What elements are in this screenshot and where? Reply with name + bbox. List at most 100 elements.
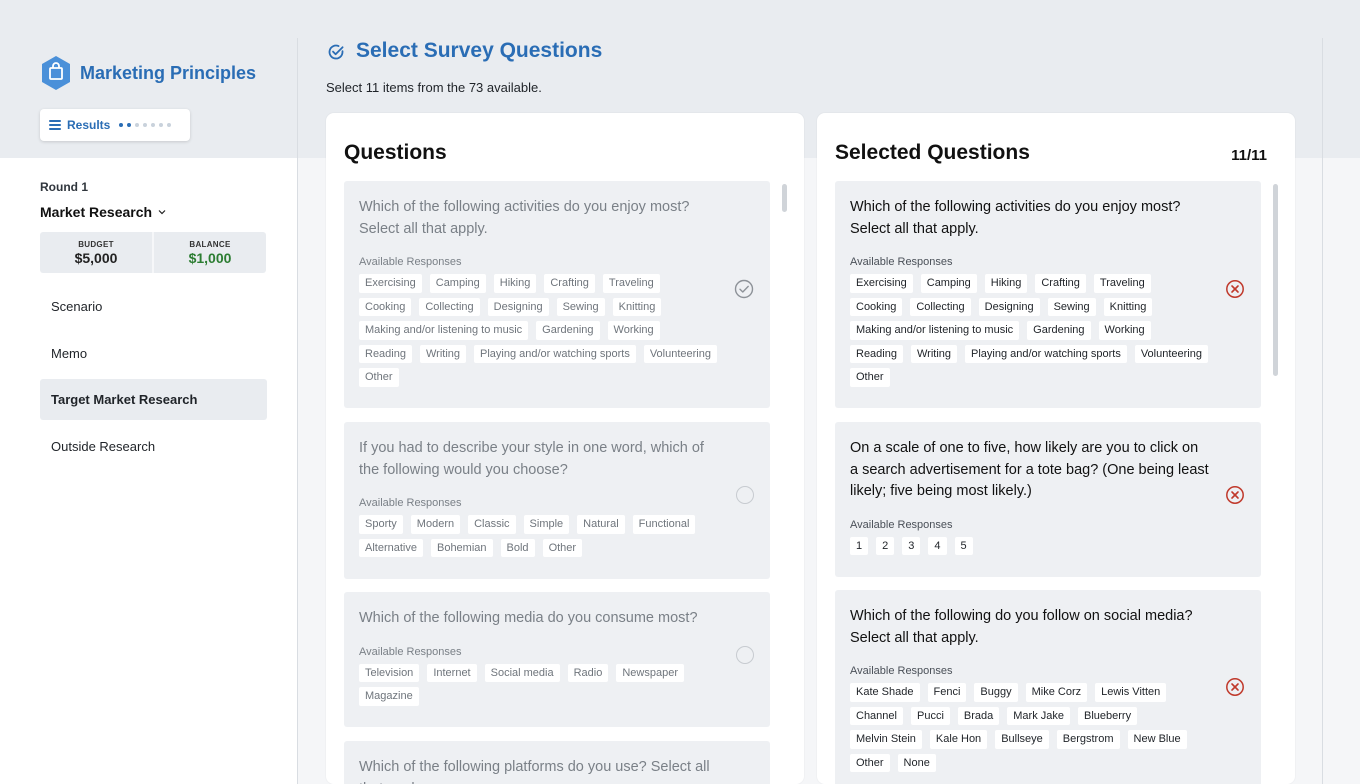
- check-circle-icon[interactable]: [734, 279, 754, 299]
- response-tag: Crafting: [544, 274, 595, 293]
- response-tags: Sporty Modern Classic Simple Natural Function…: [359, 515, 719, 557]
- response-tag: Radio: [567, 663, 609, 682]
- response-tag: None: [897, 753, 936, 772]
- response-tag: Volunteering: [643, 344, 717, 363]
- sidebar-item-outside-research[interactable]: Outside Research: [40, 426, 267, 467]
- check-circle-icon: [328, 44, 344, 60]
- response-tag: Melvin Stein: [850, 730, 922, 749]
- response-tag: Fenci: [927, 683, 967, 702]
- response-tag: Bold: [500, 538, 535, 557]
- budget-value: $5,000: [74, 249, 118, 266]
- select-radio[interactable]: [736, 646, 754, 664]
- response-tag: Working: [607, 321, 660, 340]
- chevron-down-icon: [158, 210, 166, 215]
- response-tag: 3: [902, 536, 921, 555]
- response-tag: Knitting: [1103, 297, 1153, 316]
- balance-cell: BALANCE $1,000: [152, 232, 266, 273]
- response-tag: Kate Shade: [850, 683, 920, 702]
- response-tag: Mike Corz: [1025, 683, 1088, 702]
- x-circle-icon[interactable]: [1225, 677, 1245, 697]
- x-circle-icon[interactable]: [1225, 485, 1245, 505]
- response-tag: Camping: [429, 274, 486, 293]
- balance-value: $1,000: [188, 249, 232, 266]
- responses-label: Available Responses: [850, 518, 953, 531]
- question-card[interactable]: Which of the following media do you cons…: [344, 592, 770, 727]
- brand-title: Marketing Principles: [80, 62, 257, 83]
- response-tag: Cooking: [850, 297, 903, 316]
- response-tag: Writing: [910, 344, 958, 363]
- question-text: On a scale of one to five, how likely ar…: [850, 440, 1209, 499]
- response-tag: Traveling: [1093, 274, 1151, 293]
- section-dropdown[interactable]: Market Research: [40, 204, 166, 220]
- question-text: Which of the following platforms do you …: [359, 759, 710, 784]
- response-tags: Kate Shade Fenci Buggy Mike Corz Lewis Vitte…: [850, 683, 1210, 772]
- question-text: Which of the following activities do you…: [850, 199, 1181, 237]
- questions-scrollbar[interactable]: [782, 184, 787, 212]
- responses-label: Available Responses: [850, 256, 953, 268]
- response-tag: Natural: [577, 515, 625, 534]
- response-tag: 5: [954, 536, 973, 555]
- response-tag: Bohemian: [430, 538, 493, 557]
- response-tag: Bullseye: [995, 730, 1049, 749]
- questions-panel: Questions Which of the following activit…: [326, 113, 804, 784]
- budget-summary: BUDGET $5,000 BALANCE $1,000: [40, 232, 266, 273]
- brand: Marketing Principles: [40, 55, 256, 91]
- selected-scrollbar[interactable]: [1273, 184, 1278, 376]
- response-tag: Newspaper: [616, 663, 684, 682]
- selected-question-card: On a scale of one to five, how likely ar…: [835, 422, 1261, 577]
- question-card[interactable]: If you had to describe your style in one…: [344, 422, 770, 579]
- response-tag: Hiking: [984, 274, 1028, 293]
- response-tag: Channel: [850, 706, 903, 725]
- response-tag: Gardening: [1027, 321, 1091, 340]
- response-tag: Television: [359, 663, 420, 682]
- budget-cell: BUDGET $5,000: [40, 232, 152, 273]
- response-tag: 2: [876, 536, 895, 555]
- response-tag: Sporty: [359, 515, 403, 534]
- response-tag: Camping: [920, 274, 977, 293]
- response-tag: Designing: [487, 297, 549, 316]
- question-text: Which of the following media do you cons…: [359, 610, 698, 626]
- response-tag: Knitting: [612, 297, 662, 316]
- response-tag: Modern: [410, 515, 461, 534]
- selected-panel-title: Selected Questions: [835, 141, 1030, 164]
- x-circle-icon[interactable]: [1225, 279, 1245, 299]
- sidebar-item-scenario[interactable]: Scenario: [40, 286, 267, 327]
- response-tag: Cooking: [359, 297, 412, 316]
- responses-label: Available Responses: [359, 497, 462, 509]
- question-card[interactable]: Which of the following activities do you…: [344, 181, 770, 408]
- response-tag: Collecting: [419, 297, 480, 316]
- sidebar: Marketing Principles Results Round 1 Mar…: [0, 0, 298, 784]
- progress-dots: [119, 123, 172, 127]
- results-button[interactable]: Results: [40, 109, 190, 141]
- response-tag: Collecting: [910, 297, 971, 316]
- response-tag: Crafting: [1035, 274, 1086, 293]
- response-tag: Kale Hon: [929, 730, 988, 749]
- budget-label: BUDGET: [78, 239, 114, 249]
- selected-question-card: Which of the following activities do you…: [835, 181, 1261, 408]
- response-tag: Simple: [523, 515, 570, 534]
- question-card[interactable]: Which of the following platforms do you …: [344, 741, 770, 784]
- response-tag: Playing and/or watching sports: [474, 344, 636, 363]
- round-label: Round 1: [40, 180, 88, 194]
- response-tag: Playing and/or watching sports: [965, 344, 1127, 363]
- response-tag: 4: [928, 536, 947, 555]
- right-divider: [1322, 38, 1323, 784]
- response-tag: Other: [359, 368, 399, 387]
- response-tag: Other: [542, 538, 583, 557]
- response-tag: Magazine: [359, 687, 419, 706]
- response-tag: New Blue: [1127, 730, 1187, 749]
- responses-label: Available Responses: [850, 665, 953, 677]
- sidebar-nav: Scenario Memo Target Market Research Out…: [40, 286, 267, 472]
- response-tag: Reading: [850, 344, 903, 363]
- sidebar-item-target-market-research[interactable]: Target Market Research: [40, 379, 267, 420]
- question-text: Which of the following do you follow on …: [850, 608, 1193, 646]
- questions-panel-title: Questions: [344, 141, 447, 164]
- sidebar-item-memo[interactable]: Memo: [40, 333, 267, 374]
- page-title: Select Survey Questions: [356, 39, 603, 62]
- response-tag: Designing: [978, 297, 1040, 316]
- response-tag: Exercising: [850, 274, 913, 293]
- question-text: If you had to describe your style in one…: [359, 440, 704, 478]
- response-tag: Reading: [359, 344, 412, 363]
- response-tag: Traveling: [602, 274, 660, 293]
- select-radio[interactable]: [736, 486, 754, 504]
